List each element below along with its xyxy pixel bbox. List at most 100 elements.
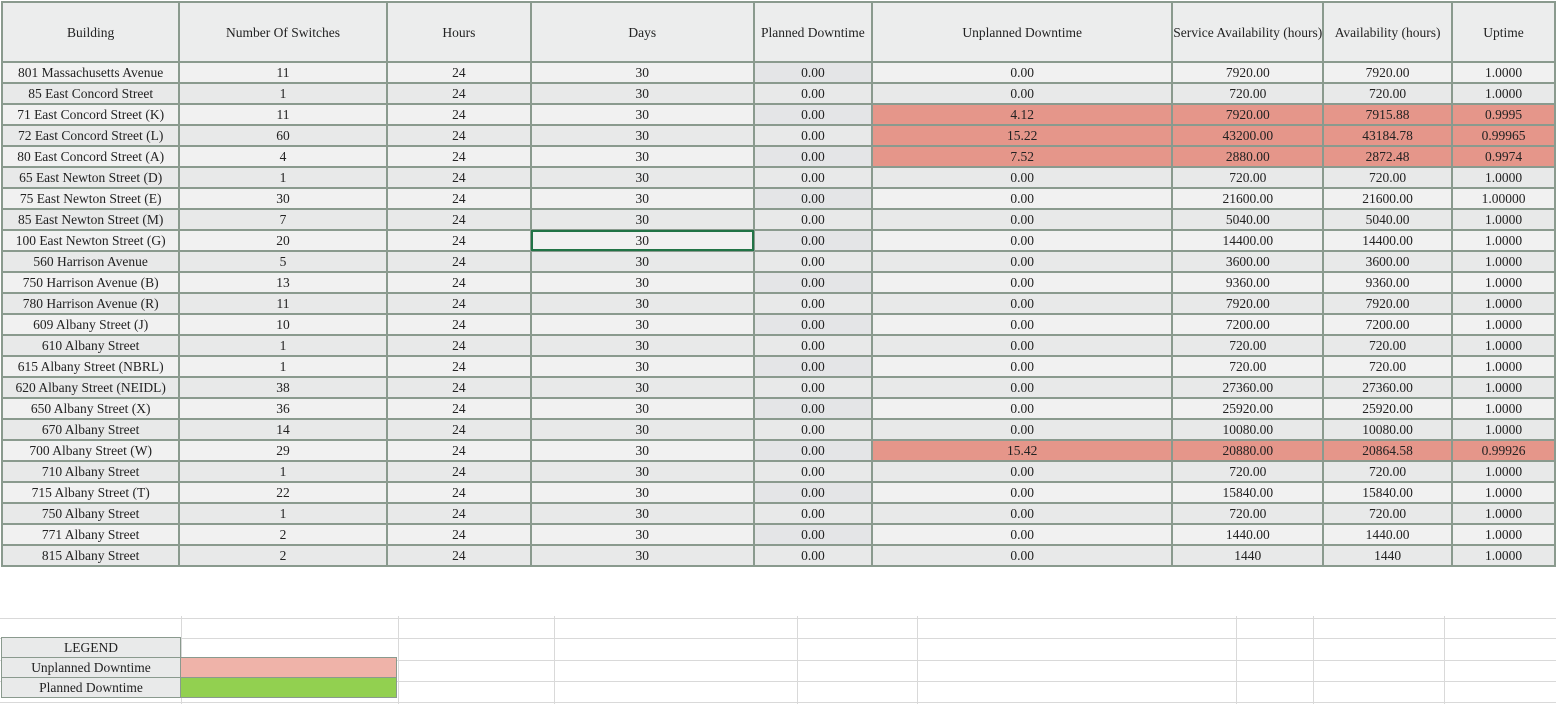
cell-availability[interactable]: 720.00: [1322, 166, 1453, 189]
cell-hours[interactable]: 24: [385, 61, 533, 84]
cell-switches[interactable]: 30: [178, 187, 388, 210]
cell-planned-downtime[interactable]: 0.00: [752, 166, 874, 189]
cell-building[interactable]: 710 Albany Street: [0, 460, 181, 483]
cell-hours[interactable]: 24: [385, 376, 533, 399]
cell-building[interactable]: 650 Albany Street (X): [0, 397, 181, 420]
cell-days[interactable]: 30: [530, 460, 755, 483]
cell-building[interactable]: 715 Albany Street (T): [0, 481, 181, 504]
cell-uptime[interactable]: 0.99926: [1451, 439, 1556, 462]
cell-planned-downtime[interactable]: 0.00: [752, 418, 874, 441]
cell-planned-downtime[interactable]: 0.00: [752, 313, 874, 336]
cell-planned-downtime[interactable]: 0.00: [752, 355, 874, 378]
cell-days[interactable]: 30: [530, 187, 755, 210]
cell-days[interactable]: 30: [530, 145, 755, 168]
cell-uptime[interactable]: 1.0000: [1451, 229, 1556, 252]
cell-availability[interactable]: 9360.00: [1322, 271, 1453, 294]
cell-unplanned-downtime[interactable]: 0.00: [871, 82, 1174, 105]
cell-unplanned-downtime[interactable]: 0.00: [871, 334, 1174, 357]
cell-planned-downtime[interactable]: 0.00: [752, 334, 874, 357]
cell-unplanned-downtime[interactable]: 0.00: [871, 61, 1174, 84]
cell-switches[interactable]: 7: [178, 208, 388, 231]
cell-switches[interactable]: 10: [178, 313, 388, 336]
cell-switches[interactable]: 1: [178, 166, 388, 189]
cell-planned-downtime[interactable]: 0.00: [752, 229, 874, 252]
cell-hours[interactable]: 24: [385, 145, 533, 168]
cell-building[interactable]: 771 Albany Street: [0, 523, 181, 546]
cell-building[interactable]: 750 Albany Street: [0, 502, 181, 525]
cell-service-availability[interactable]: 15840.00: [1171, 481, 1325, 504]
cell-availability[interactable]: 25920.00: [1322, 397, 1453, 420]
cell-unplanned-downtime[interactable]: 0.00: [871, 271, 1174, 294]
header-unplanned-downtime[interactable]: Unplanned Downtime: [871, 1, 1174, 63]
cell-switches[interactable]: 14: [178, 418, 388, 441]
cell-planned-downtime[interactable]: 0.00: [752, 502, 874, 525]
cell-days[interactable]: 30: [530, 439, 755, 462]
cell-hours[interactable]: 24: [385, 292, 533, 315]
cell-switches[interactable]: 1: [178, 502, 388, 525]
cell-switches[interactable]: 11: [178, 103, 388, 126]
header-service-availability[interactable]: Service Availability (hours): [1171, 1, 1325, 63]
cell-hours[interactable]: 24: [385, 481, 533, 504]
header-uptime[interactable]: Uptime: [1451, 1, 1556, 63]
cell-building[interactable]: 65 East Newton Street (D): [0, 166, 181, 189]
header-planned-downtime[interactable]: Planned Downtime: [752, 1, 874, 63]
cell-service-availability[interactable]: 720.00: [1171, 82, 1325, 105]
header-hours[interactable]: Hours: [385, 1, 533, 63]
cell-uptime[interactable]: 1.0000: [1451, 208, 1556, 231]
cell-days[interactable]: 30: [530, 166, 755, 189]
cell-service-availability[interactable]: 5040.00: [1171, 208, 1325, 231]
cell-building[interactable]: 100 East Newton Street (G): [0, 229, 181, 252]
cell-availability[interactable]: 720.00: [1322, 460, 1453, 483]
cell-switches[interactable]: 60: [178, 124, 388, 147]
cell-hours[interactable]: 24: [385, 208, 533, 231]
cell-availability[interactable]: 14400.00: [1322, 229, 1453, 252]
cell-days[interactable]: 30: [530, 376, 755, 399]
cell-unplanned-downtime[interactable]: 0.00: [871, 250, 1174, 273]
cell-availability[interactable]: 720.00: [1322, 82, 1453, 105]
cell-days[interactable]: 30: [530, 250, 755, 273]
header-days[interactable]: Days: [530, 1, 755, 63]
cell-days[interactable]: 30: [530, 355, 755, 378]
cell-days[interactable]: 30: [530, 481, 755, 504]
cell-uptime[interactable]: 1.0000: [1451, 418, 1556, 441]
cell-hours[interactable]: 24: [385, 502, 533, 525]
cell-service-availability[interactable]: 14400.00: [1171, 229, 1325, 252]
cell-planned-downtime[interactable]: 0.00: [752, 187, 874, 210]
cell-days[interactable]: 30: [530, 229, 755, 252]
cell-uptime[interactable]: 1.0000: [1451, 502, 1556, 525]
cell-switches[interactable]: 11: [178, 292, 388, 315]
cell-building[interactable]: 615 Albany Street (NBRL): [0, 355, 181, 378]
cell-unplanned-downtime[interactable]: 0.00: [871, 397, 1174, 420]
cell-building[interactable]: 71 East Concord Street (K): [0, 103, 181, 126]
cell-unplanned-downtime[interactable]: 0.00: [871, 355, 1174, 378]
cell-unplanned-downtime[interactable]: 0.00: [871, 208, 1174, 231]
cell-uptime[interactable]: 1.0000: [1451, 313, 1556, 336]
cell-service-availability[interactable]: 720.00: [1171, 334, 1325, 357]
cell-service-availability[interactable]: 7920.00: [1171, 103, 1325, 126]
cell-availability[interactable]: 5040.00: [1322, 208, 1453, 231]
cell-switches[interactable]: 5: [178, 250, 388, 273]
cell-hours[interactable]: 24: [385, 418, 533, 441]
cell-availability[interactable]: 10080.00: [1322, 418, 1453, 441]
cell-uptime[interactable]: 1.0000: [1451, 460, 1556, 483]
cell-availability[interactable]: 43184.78: [1322, 124, 1453, 147]
cell-switches[interactable]: 2: [178, 523, 388, 546]
cell-unplanned-downtime[interactable]: 0.00: [871, 460, 1174, 483]
cell-days[interactable]: 30: [530, 124, 755, 147]
cell-unplanned-downtime[interactable]: 0.00: [871, 418, 1174, 441]
cell-availability[interactable]: 720.00: [1322, 502, 1453, 525]
cell-uptime[interactable]: 1.0000: [1451, 292, 1556, 315]
header-switches[interactable]: Number Of Switches: [178, 1, 388, 63]
cell-days[interactable]: 30: [530, 523, 755, 546]
cell-building[interactable]: 750 Harrison Avenue (B): [0, 271, 181, 294]
cell-service-availability[interactable]: 9360.00: [1171, 271, 1325, 294]
cell-hours[interactable]: 24: [385, 334, 533, 357]
cell-unplanned-downtime[interactable]: 0.00: [871, 481, 1174, 504]
cell-switches[interactable]: 1: [178, 355, 388, 378]
cell-uptime[interactable]: 1.0000: [1451, 82, 1556, 105]
header-availability-hours[interactable]: Availability (hours): [1322, 1, 1453, 63]
cell-uptime[interactable]: 0.99965: [1451, 124, 1556, 147]
cell-unplanned-downtime[interactable]: 15.22: [871, 124, 1174, 147]
cell-days[interactable]: 30: [530, 208, 755, 231]
cell-uptime[interactable]: 1.0000: [1451, 271, 1556, 294]
